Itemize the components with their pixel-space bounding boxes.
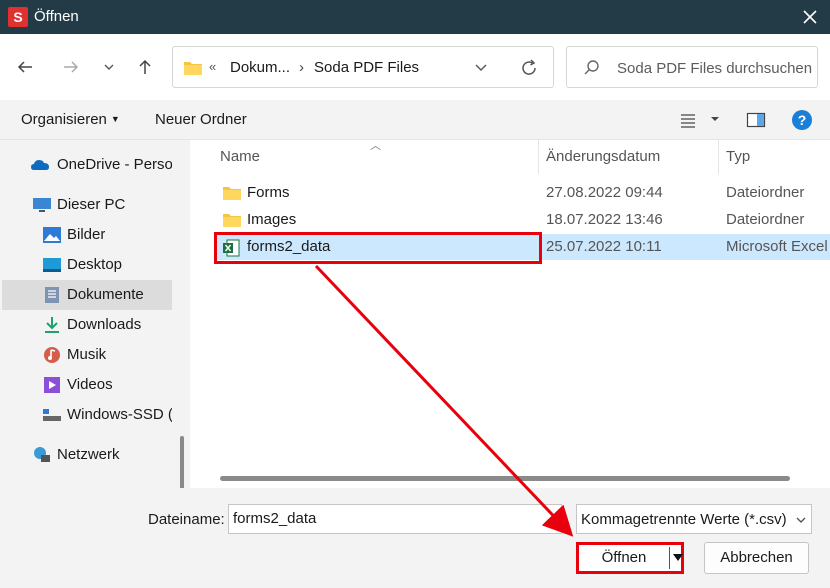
chevron-down-icon [104, 64, 114, 70]
chevron-down-icon [796, 517, 806, 523]
search-box[interactable]: Soda PDF Files durchsuchen [566, 46, 818, 88]
sidebar-item-music[interactable]: Musik [2, 340, 172, 370]
recent-locations-button[interactable] [96, 54, 122, 80]
open-options-dropdown-icon[interactable] [673, 554, 683, 562]
file-name: Images [247, 211, 297, 228]
music-icon [44, 347, 60, 363]
open-button[interactable]: Öffnen [576, 542, 684, 574]
sidebar-item-label: Dokumente [67, 286, 144, 303]
drive-icon [43, 409, 61, 421]
command-bar: Organisieren ▼ Neuer Ordner ? [0, 100, 830, 140]
sidebar-item-label: Bilder [67, 226, 106, 243]
caret-down-icon: ▼ [110, 114, 120, 124]
column-header-name[interactable]: Name [220, 148, 260, 165]
search-placeholder: Soda PDF Files durchsuchen [617, 60, 813, 77]
file-type: Microsoft Excel [726, 238, 828, 255]
documents-icon [45, 287, 59, 303]
file-type: Dateiordner [726, 211, 805, 228]
title-bar: S Öffnen [0, 0, 830, 34]
folder-icon [223, 187, 241, 200]
videos-icon [44, 377, 60, 393]
file-date: 27.08.2022 09:44 [546, 184, 663, 201]
file-date: 18.07.2022 13:46 [546, 211, 663, 228]
sidebar-item-windows-ssd[interactable]: Windows-SSD (C [2, 400, 172, 430]
open-button-label[interactable]: Öffnen [579, 545, 669, 571]
arrow-left-icon [17, 61, 32, 73]
onedrive-icon [31, 160, 49, 170]
breadcrumb-soda-pdf-files[interactable]: Soda PDF Files [314, 59, 419, 76]
folder-icon [223, 214, 241, 227]
sidebar-item-label: Windows-SSD (C [67, 406, 172, 423]
breadcrumb-separator[interactable]: › [299, 59, 304, 76]
column-header-type[interactable]: Typ [726, 148, 750, 165]
cancel-button[interactable]: Abbrechen [704, 542, 809, 574]
close-button[interactable] [798, 5, 822, 29]
sidebar-item-label: Desktop [67, 256, 123, 273]
sidebar-item-onedrive[interactable]: OneDrive - Persor [2, 150, 172, 180]
back-button[interactable] [12, 54, 38, 80]
view-options-dropdown-icon[interactable] [710, 115, 720, 123]
sidebar-item-label: Downloads [67, 316, 142, 333]
pictures-icon [43, 227, 61, 243]
filetype-value: Kommagetrennte Werte (*.csv) [581, 511, 787, 528]
arrow-up-icon [139, 59, 151, 74]
sort-ascending-icon: ︿ [370, 140, 381, 152]
filename-label: Dateiname: [148, 511, 225, 528]
file-list: ︿ Name Änderungsdatum Typ Forms 27.08.20… [200, 140, 830, 488]
sidebar-item-documents[interactable]: Dokumente [2, 280, 172, 310]
soda-pdf-app-icon: S [8, 7, 28, 27]
file-name: Forms [247, 184, 290, 201]
sidebar-item-videos[interactable]: Videos [2, 370, 172, 400]
pc-icon [33, 198, 51, 212]
help-button[interactable]: ? [792, 110, 812, 130]
sidebar-item-downloads[interactable]: Downloads [2, 310, 172, 340]
sidebar-item-network[interactable]: Netzwerk [2, 440, 172, 470]
close-icon [803, 10, 817, 24]
help-icon: ? [797, 112, 807, 128]
column-header-modified[interactable]: Änderungsdatum [546, 148, 660, 165]
filename-input[interactable]: forms2_data [228, 504, 562, 534]
address-dropdown-icon[interactable] [473, 59, 489, 75]
split-divider [669, 547, 670, 569]
sidebar-item-this-pc[interactable]: Dieser PC [2, 190, 172, 220]
sidebar-item-desktop[interactable]: Desktop [2, 250, 172, 280]
view-list-icon[interactable] [680, 111, 696, 129]
new-folder-button[interactable]: Neuer Ordner [155, 111, 247, 128]
dialog-footer: Dateiname: forms2_data Kommagetrennte We… [0, 488, 830, 588]
sidebar-item-label: OneDrive - Persor [57, 156, 172, 173]
organize-menu[interactable]: Organisieren ▼ [21, 111, 120, 128]
sidebar-item-pictures[interactable]: Bilder [2, 220, 172, 250]
filetype-select[interactable]: Kommagetrennte Werte (*.csv) [576, 504, 812, 534]
sidebar-item-label: Netzwerk [57, 446, 120, 463]
navigation-pane: OneDrive - Persor Dieser PC Bilder Deskt… [0, 140, 190, 588]
arrow-right-icon [64, 61, 79, 73]
desktop-icon [43, 258, 61, 272]
folder-icon [184, 62, 202, 75]
forward-button[interactable] [58, 54, 84, 80]
breadcrumb-documents[interactable]: Dokum... [230, 59, 290, 76]
search-icon [584, 60, 599, 75]
address-bar[interactable]: « Dokum... › Soda PDF Files [172, 46, 554, 88]
column-divider[interactable] [538, 140, 539, 174]
file-date: 25.07.2022 10:11 [546, 238, 662, 255]
preview-pane-icon[interactable] [746, 111, 766, 129]
file-row-images[interactable]: Images 18.07.2022 13:46 Dateiordner [214, 207, 830, 233]
file-type: Dateiordner [726, 184, 805, 201]
window-title: Öffnen [34, 8, 79, 25]
column-divider[interactable] [718, 140, 719, 174]
sidebar-item-label: Dieser PC [57, 196, 126, 213]
sidebar-item-label: Musik [67, 346, 107, 363]
network-icon [34, 447, 50, 462]
horizontal-scrollbar[interactable] [220, 476, 790, 481]
file-row-forms[interactable]: Forms 27.08.2022 09:44 Dateiordner [214, 180, 830, 206]
refresh-icon[interactable] [519, 58, 539, 78]
navigation-bar: « Dokum... › Soda PDF Files Soda PDF Fil… [0, 34, 830, 100]
highlight-box-selected-file [214, 232, 542, 264]
downloads-icon [45, 317, 59, 333]
organize-label: Organisieren [21, 111, 107, 128]
up-button[interactable] [132, 54, 158, 80]
sidebar-item-label: Videos [67, 376, 113, 393]
address-overflow[interactable]: « [209, 59, 216, 74]
